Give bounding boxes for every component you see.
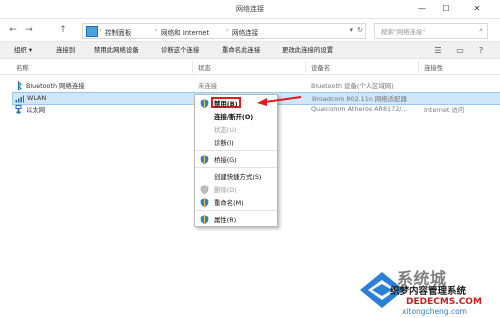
menu-item-bridge[interactable]: 桥接(G) <box>195 153 277 166</box>
connectivity: Internet 访问 <box>424 106 465 114</box>
annotation-arrow-icon <box>255 95 303 109</box>
menu-item-label: 重命名(M) <box>214 199 244 207</box>
column-headers: 名称 状态 设备名 连接性 <box>0 60 500 75</box>
command-bar: 组织 ▾ 连接到 禁用此网络设备 诊断这个连接 重命名此连接 更改此连接的设置 … <box>0 42 500 59</box>
breadcrumb-item[interactable]: 网络和 Internet <box>161 27 209 37</box>
menu-separator <box>195 210 277 211</box>
connection-name: Bluetooth 网络连接 <box>26 82 85 90</box>
search-box[interactable]: 搜索"网络连接" ⌕ <box>374 23 488 39</box>
column-divider <box>418 61 419 73</box>
close-button[interactable]: ✕ <box>458 2 496 15</box>
menu-item-label: 诊断(I) <box>214 139 234 147</box>
watermark-line: DEDECMS.COM <box>406 297 482 307</box>
diagnose-connection-button[interactable]: 诊断这个连接 <box>161 45 199 54</box>
wifi-signal-icon <box>15 94 24 103</box>
device-name: Bluetooth 设备(个人区域网) <box>311 82 394 90</box>
column-status[interactable]: 状态 <box>198 63 211 72</box>
view-icon[interactable]: ☰ <box>428 44 448 56</box>
menu-item-label: 删除(D) <box>214 186 237 194</box>
watermark-line: 织梦内容管理系统 <box>390 286 467 297</box>
search-placeholder: 搜索"网络连接" <box>381 28 426 36</box>
menu-item-diagnose[interactable]: 诊断(I) <box>195 136 277 149</box>
shield-icon <box>200 185 209 195</box>
bluetooth-icon <box>14 80 23 91</box>
menu-item-label: 连接/断开(O) <box>214 113 254 121</box>
connect-to-button[interactable]: 连接到 <box>56 45 75 54</box>
breadcrumb-item[interactable]: 网络连接 <box>232 27 258 37</box>
address-field[interactable]: › 控制面板 › 网络和 Internet › 网络连接 ▾ ↻ <box>82 23 366 39</box>
up-button[interactable]: ↑ <box>58 25 68 35</box>
refresh-icon[interactable]: ↻ <box>357 26 363 34</box>
window-controls: — ☐ ✕ <box>410 2 496 15</box>
search-icon[interactable]: ⌕ <box>479 26 483 35</box>
network-folder-icon <box>86 26 98 37</box>
column-divider <box>305 61 306 73</box>
forward-button[interactable]: → <box>24 25 34 35</box>
context-menu: 禁用(B) 连接/断开(O) 状态(U) 诊断(I) 桥接(G) 创建快捷方式(… <box>194 94 278 227</box>
menu-item-label: 属性(R) <box>214 216 237 224</box>
column-connectivity[interactable]: 连接性 <box>424 63 443 72</box>
column-name[interactable]: 名称 <box>16 63 29 72</box>
ethernet-icon <box>14 105 23 114</box>
change-settings-button[interactable]: 更改此连接的设置 <box>282 45 333 54</box>
menu-item-connect-disconnect[interactable]: 连接/断开(O) <box>195 110 277 123</box>
menu-item-create-shortcut[interactable]: 创建快捷方式(S) <box>195 170 277 183</box>
device-name: Qualcomm Atheros AR8172/... <box>311 105 408 113</box>
connection-status: 未连接 <box>198 82 218 90</box>
minimize-button[interactable]: — <box>410 2 434 15</box>
maximize-button[interactable]: ☐ <box>434 2 458 15</box>
breadcrumb-separator-icon: › <box>99 27 102 34</box>
organize-menu[interactable]: 组织 ▾ <box>14 45 32 54</box>
address-dropdown-icon[interactable]: ▾ <box>349 26 353 34</box>
connection-row[interactable]: Bluetooth 网络连接 未连接 Bluetooth 设备(个人区域网) <box>12 80 500 91</box>
menu-item-properties[interactable]: 属性(R) <box>195 213 277 226</box>
shield-icon <box>200 215 209 225</box>
menu-separator <box>195 150 277 151</box>
menu-item-delete[interactable]: 删除(D) <box>195 183 277 196</box>
shield-icon <box>200 99 209 109</box>
title-bar: 网络连接 — ☐ ✕ <box>0 0 500 19</box>
rename-connection-button[interactable]: 重命名此连接 <box>222 45 260 54</box>
watermark-url: xitongcheng.com <box>402 307 467 316</box>
disable-device-button[interactable]: 禁用此网络设备 <box>94 45 139 54</box>
menu-item-label: 禁用(B) <box>214 100 238 108</box>
column-device[interactable]: 设备名 <box>311 63 330 72</box>
connection-name: WLAN <box>27 94 47 102</box>
menu-separator <box>195 167 277 168</box>
shield-icon <box>200 198 209 208</box>
connection-name: 以太网 <box>26 106 46 114</box>
shield-icon <box>200 155 209 165</box>
breadcrumb-separator-icon: › <box>155 27 158 34</box>
breadcrumb-separator-icon: › <box>226 27 229 34</box>
menu-item-label: 桥接(G) <box>214 156 237 164</box>
menu-item-status[interactable]: 状态(U) <box>195 123 277 136</box>
back-button[interactable]: ← <box>8 25 18 35</box>
address-bar: ← → ↑ › 控制面板 › 网络和 Internet › 网络连接 ▾ ↻ 搜… <box>0 19 500 42</box>
menu-item-label: 创建快捷方式(S) <box>214 173 262 181</box>
column-divider <box>192 61 193 73</box>
help-icon[interactable]: ? <box>474 44 488 56</box>
preview-pane-icon[interactable]: ▭ <box>453 44 467 56</box>
breadcrumb-item[interactable]: 控制面板 <box>105 27 131 37</box>
menu-item-label: 状态(U) <box>214 126 237 134</box>
device-name: Broadcom 802.11n 网络适配器 <box>312 95 407 103</box>
menu-item-rename[interactable]: 重命名(M) <box>195 196 277 209</box>
